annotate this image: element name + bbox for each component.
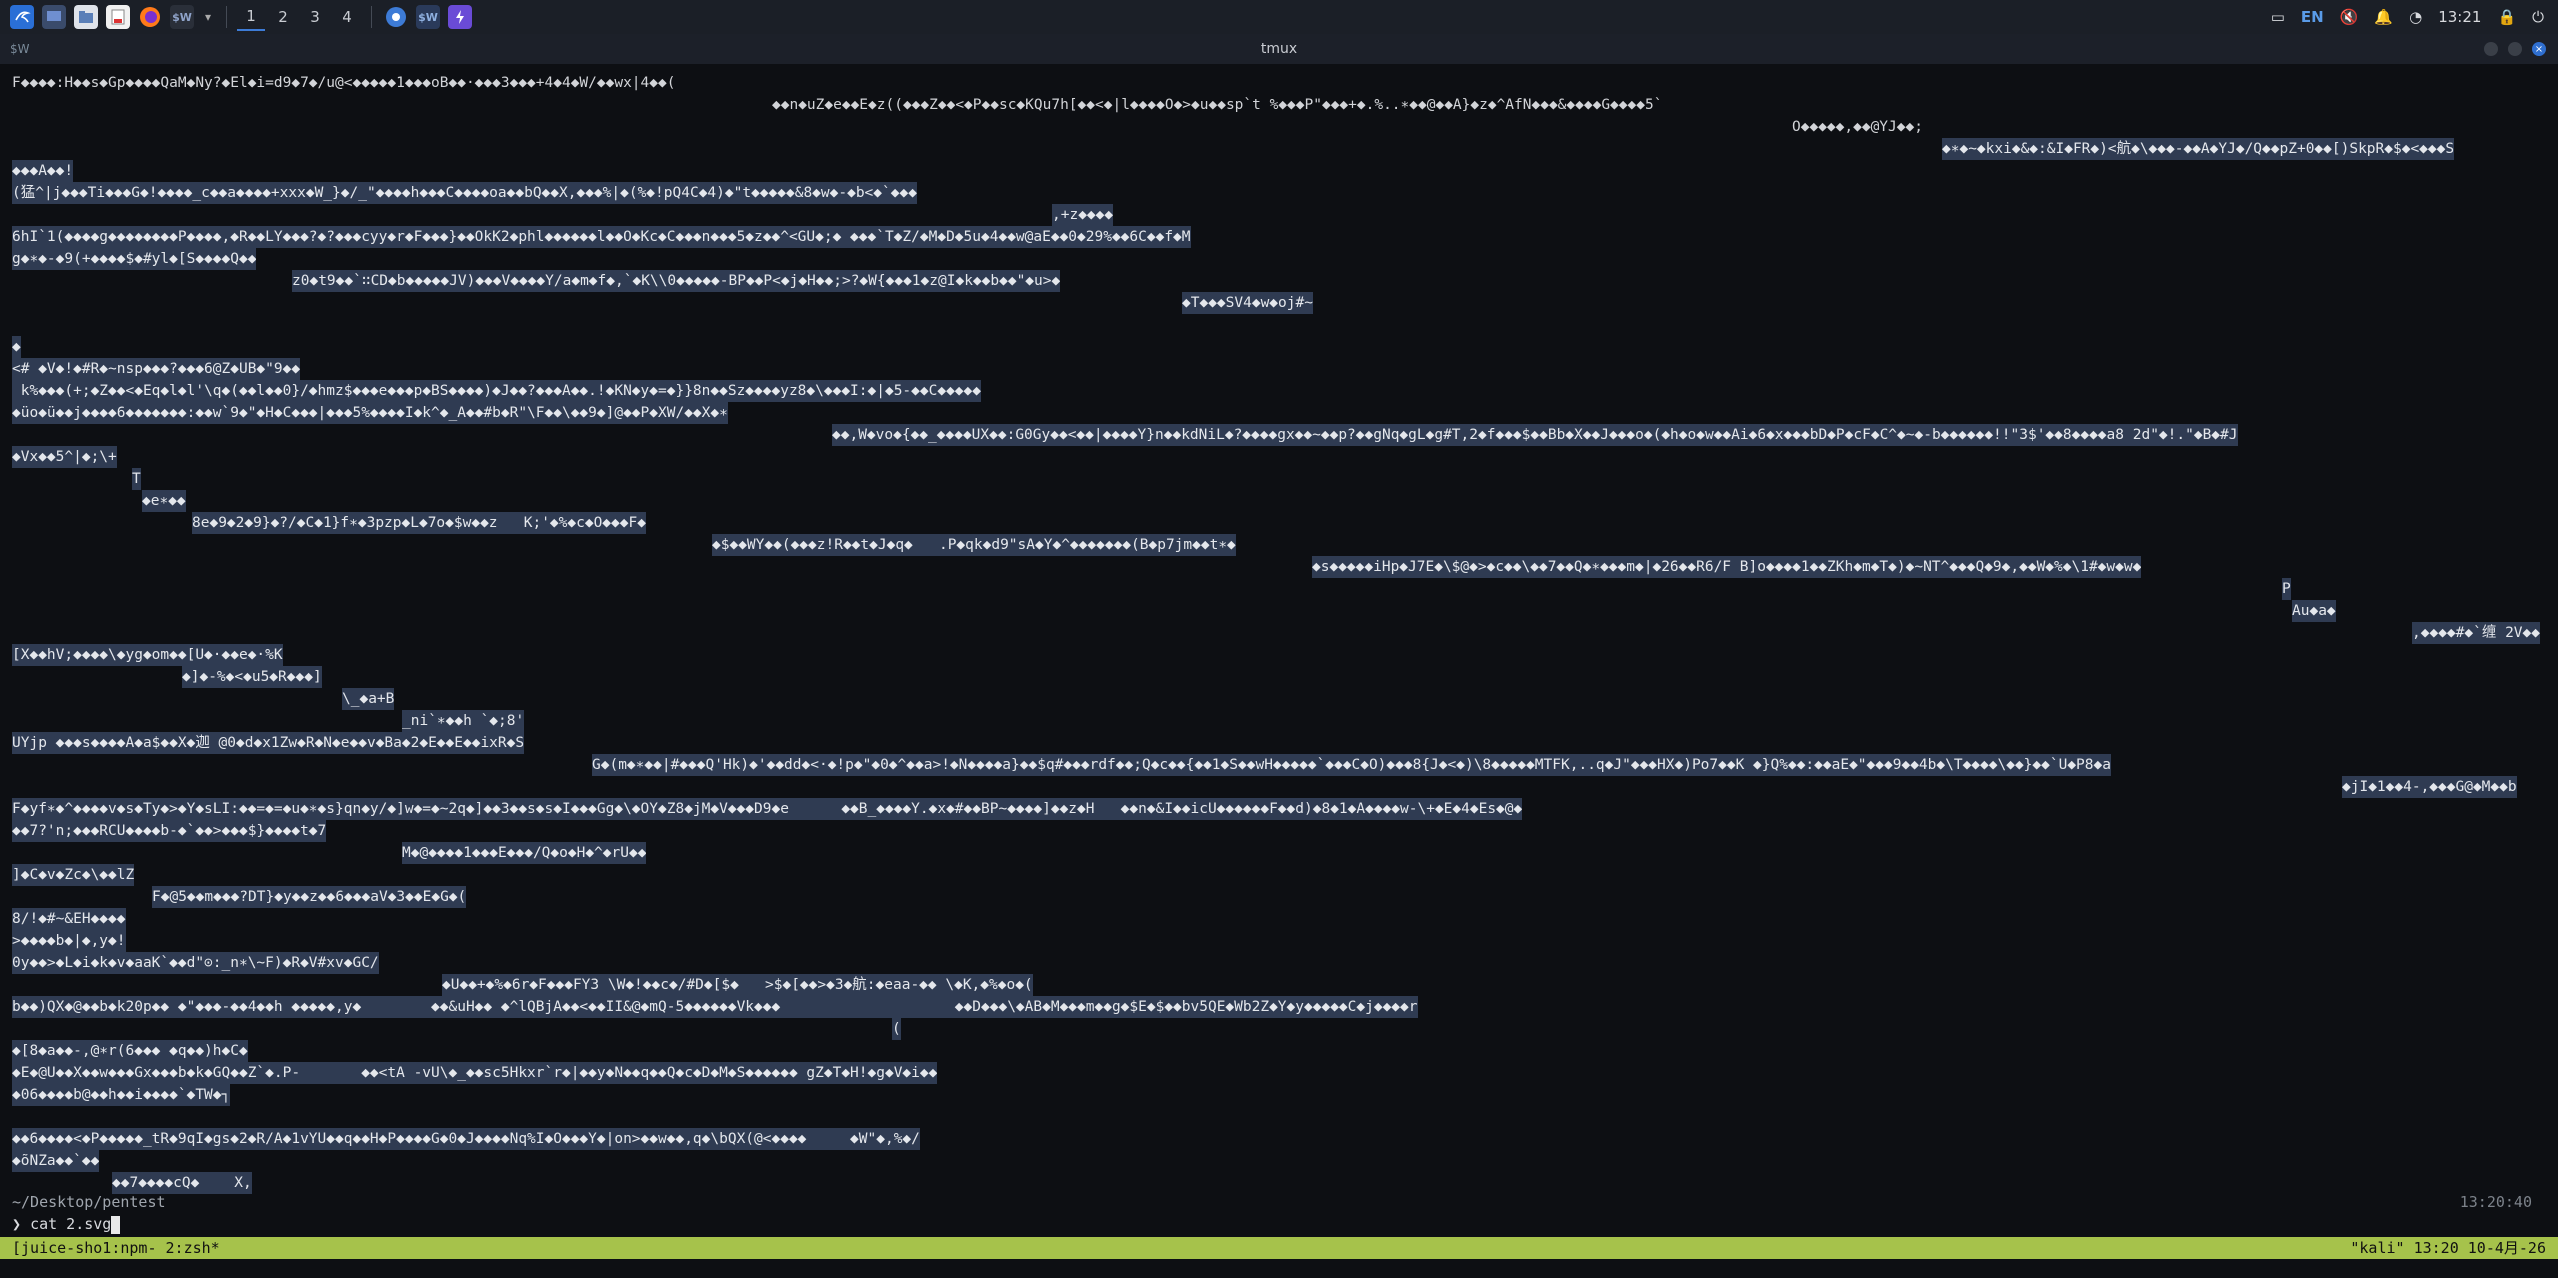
terminal-line: b◆◆)QX◆@◆◆b◆k20p◆◆ ◆"◆◆◆-◆◆4◆◆h ◆◆◆◆◆,y◆… bbox=[12, 996, 1418, 1018]
terminal-line: ◆◆◆A◆◆! bbox=[12, 160, 74, 182]
window-controls: × bbox=[2484, 42, 2546, 56]
minimize-button[interactable] bbox=[2484, 42, 2498, 56]
desktop-icon[interactable] bbox=[42, 5, 66, 29]
workspace-4[interactable]: 4 bbox=[333, 3, 361, 31]
terminal-line: ,+z◆◆◆◆ bbox=[1052, 204, 1114, 226]
lock-icon[interactable]: 🔒 bbox=[2497, 8, 2516, 26]
tmux-session-windows[interactable]: [juice-sho1:npm- 2:zsh* bbox=[12, 1237, 220, 1259]
notification-bell-icon[interactable]: 🔔 bbox=[2374, 8, 2393, 26]
terminal-line: <# ◆V◆!◆#R◆~nsp◆◆◆?◆◆◆6@Z◆UB◆"9◆◆ bbox=[12, 358, 301, 380]
terminal-line: ◆$◆◆WY◆◆(◆◆◆z!R◆◆t◆J◆q◆ .P◆qk◆d9"sA◆Y◆^◆… bbox=[712, 534, 1236, 556]
terminal-line: 8e◆9◆2◆9}◆?/◆C◆1}f∗◆3pzp◆L◆7o◆$w◆◆z K;'◆… bbox=[192, 512, 646, 534]
text-editor-icon[interactable] bbox=[106, 5, 130, 29]
terminal-line: ◆jI◆1◆◆4-,◆◆◆G@◆M◆◆b bbox=[2342, 776, 2517, 798]
clock-icon: ◔ bbox=[2409, 8, 2423, 26]
terminal-app-icon[interactable]: $W bbox=[170, 5, 194, 29]
chrome-window-icon[interactable] bbox=[384, 5, 408, 29]
terminal-line: ◆◆,W◆vo◆{◆◆_◆◆◆◆UX◆◆:G0Gy◆◆<◆◆|◆◆◆◆Y}n◆◆… bbox=[832, 424, 2238, 446]
command-line[interactable]: ❯ cat 2.svg bbox=[12, 1215, 121, 1234]
window-titlebar[interactable]: $W tmux × bbox=[0, 34, 2558, 64]
terminal-app-label: $W bbox=[10, 42, 30, 56]
terminal-window-icon[interactable]: $W bbox=[416, 5, 440, 29]
terminal-line: ◆◆6◆◆◆◆<◆P◆◆◆◆◆_tR◆9qI◆gs◆2◆R/A◆1vYU◆◆q◆… bbox=[12, 1128, 920, 1150]
terminal-line: ◆[8◆a◆◆-,@∗r(6◆◆◆ ◆q◆◆)h◆C◆ bbox=[12, 1040, 248, 1062]
command-text: cat 2.svg bbox=[30, 1215, 112, 1233]
terminal-line: M◆@◆◆◆◆1◆◆◆E◆◆◆/Q◆o◆H◆^◆rU◆◆ bbox=[402, 842, 647, 864]
terminal-line: ◆06◆◆◆◆b@◆◆h◆◆i◆◆◆◆`◆TW◆┐ bbox=[12, 1084, 231, 1106]
terminal-line: ◆T◆◆◆SV4◆w◆oj#~ bbox=[1182, 292, 1313, 314]
top-panel: $W ▾ 1 2 3 4 $W ▭ EN 🔇 🔔 ◔ 13:21 🔒 ⏻ bbox=[0, 0, 2558, 34]
terminal-line: P bbox=[2282, 578, 2291, 600]
terminal-line: ◆e∗◆◆ bbox=[142, 490, 186, 512]
workspace-3[interactable]: 3 bbox=[301, 3, 329, 31]
terminal-line: ( bbox=[892, 1018, 901, 1040]
terminal-line: ,◆◆◆◆#◆`缠 2V◆◆ bbox=[2412, 622, 2540, 644]
panel-separator bbox=[371, 6, 372, 28]
workspace-2[interactable]: 2 bbox=[269, 3, 297, 31]
terminal-line: z0◆t9◆◆`∷CD◆b◆◆◆◆◆JV)◆◆◆V◆◆◆◆Y/a◆m◆f◆,`◆… bbox=[292, 270, 1061, 292]
terminal-line: g◆∗◆-◆9(+◆◆◆◆$◆#yl◆[S◆◆◆◆Q◆◆ bbox=[12, 248, 257, 270]
terminal-line: k%◆◆◆(+;◆Z◆◆<◆Eq◆l◆l'\q◆(◆◆l◆◆0}/◆hmz$◆◆… bbox=[12, 380, 982, 402]
terminal-line: T bbox=[132, 468, 141, 490]
prompt-symbol: ❯ bbox=[12, 1215, 22, 1233]
terminal-line: >◆◆◆◆b◆|◆,y◆! bbox=[12, 930, 126, 952]
terminal-line: _ni`∗◆◆h `◆;8' bbox=[402, 710, 525, 732]
terminal-line: ◆◆n◆uZ◆e◆◆E◆z((◆◆◆Z◆◆<◆P◆◆sc◆KQu7h[◆◆<◆|… bbox=[772, 97, 1663, 113]
terminal-line: F◆◆◆◆:H◆◆s◆Gp◆◆◆◆QaM◆Ny?◆El◆i=d9◆7◆/u@<◆… bbox=[12, 75, 676, 91]
panel-separator bbox=[226, 6, 227, 28]
panel-clock[interactable]: 13:21 bbox=[2438, 8, 2481, 26]
terminal-line: ◆s◆◆◆◆◆iHp◆J7E◆\$@◆>◆c◆◆\◆◆7◆◆Q◆∗◆◆◆m◆|◆… bbox=[1312, 556, 2142, 578]
terminal-line: 0y◆◆>◆L◆i◆k◆v◆aaK`◆◆d"⊙:_n∗\~F)◆R◆V#xv◆G… bbox=[12, 952, 379, 974]
firefox-icon[interactable] bbox=[138, 5, 162, 29]
terminal-output[interactable]: F◆◆◆◆:H◆◆s◆Gp◆◆◆◆QaM◆Ny?◆El◆i=d9◆7◆/u@<◆… bbox=[0, 64, 2558, 1239]
terminal-line: ◆Vx◆◆5^|◆;\+ bbox=[12, 446, 117, 468]
terminal-line: F◆@5◆◆m◆◆◆?DT}◆y◆◆z◆◆6◆◆◆aV◆3◆◆E◆G◆( bbox=[152, 886, 467, 908]
kali-menu-icon[interactable] bbox=[10, 5, 34, 29]
terminal-line: ◆◆7?'n;◆◆◆RCU◆◆◆◆b-◆`◆◆>◆◆◆$}◆◆◆◆t◆7 bbox=[12, 820, 327, 842]
window-switcher-icon[interactable]: ▭ bbox=[2271, 8, 2285, 26]
terminal-line: O◆◆◆◆◆,◆◆@YJ◆◆; bbox=[1792, 119, 1923, 135]
prompt-time: 13:20:40 bbox=[2459, 1193, 2532, 1211]
terminal-line: 8/!◆#~&EH◆◆◆◆ bbox=[12, 908, 126, 930]
terminal-line: ◆õNZa◆◆`◆◆ bbox=[12, 1150, 100, 1172]
window-title: tmux bbox=[1260, 41, 1298, 57]
terminal-line: ◆U◆◆+◆%◆6r◆F◆◆◆FY3 \W◆!◆◆c◆/#D◆[$◆ >$◆[◆… bbox=[442, 974, 1033, 996]
prompt-directory: ~/Desktop/pentest bbox=[12, 1193, 166, 1211]
terminal-line: \_◆a+B bbox=[342, 688, 395, 710]
tmux-status-bar: [juice-sho1:npm- 2:zsh* "kali" 13:20 10-… bbox=[0, 1237, 2558, 1259]
terminal-line: ◆E◆@U◆◆X◆◆w◆◆◆Gx◆◆◆b◆k◆GQ◆◆Z`◆.P- ◆◆<tA … bbox=[12, 1062, 938, 1084]
terminal-line: [X◆◆hV;◆◆◆◆\◆yg◆om◆◆[U◆·◆◆e◆·%K bbox=[12, 644, 283, 666]
tmux-host-clock: "kali" 13:20 10-4月-26 bbox=[2350, 1239, 2546, 1257]
file-manager-icon[interactable] bbox=[74, 5, 98, 29]
terminal-line: UYjp ◆◆◆s◆◆◆◆A◆a$◆◆X◆迦 @0◆d◆x1Zw◆R◆N◆e◆◆… bbox=[12, 732, 525, 754]
terminal-line: (猛^|j◆◆◆Ti◆◆◆G◆!◆◆◆◆_c◆◆a◆◆◆◆+xxx◆W_}◆/_… bbox=[12, 182, 917, 204]
terminal-line: ◆∗◆~◆kxi◆&◆:&I◆FR◆)<航◆\◆◆◆-◆◆A◆YJ◆/Q◆◆pZ… bbox=[1942, 138, 2455, 160]
language-indicator[interactable]: EN bbox=[2301, 8, 2324, 26]
maximize-button[interactable] bbox=[2508, 42, 2522, 56]
workspace-1[interactable]: 1 bbox=[237, 3, 265, 31]
chevron-down-icon[interactable]: ▾ bbox=[202, 5, 214, 29]
terminal-line: ◆ bbox=[12, 336, 21, 358]
mute-icon[interactable]: 🔇 bbox=[2340, 8, 2359, 26]
system-tray: ▭ EN 🔇 🔔 ◔ 13:21 🔒 ⏻ bbox=[2271, 8, 2552, 26]
power-icon[interactable]: ⏻ bbox=[2532, 8, 2544, 26]
burp-window-icon[interactable] bbox=[448, 5, 472, 29]
terminal-line: ◆üo◆ü◆◆j◆◆◆◆6◆◆◆◆◆◆◆:◆◆w`9◆"◆H◆C◆◆◆|◆◆◆5… bbox=[12, 402, 728, 424]
close-button[interactable]: × bbox=[2532, 42, 2546, 56]
terminal-line: ]◆C◆v◆Zc◆\◆◆lZ bbox=[12, 864, 135, 886]
terminal-line: ◆]◆-%◆<◆u5◆R◆◆◆] bbox=[182, 666, 322, 688]
terminal-line: F◆yf∗◆^◆◆◆◆v◆s◆Ty◆>◆Y◆sLI:◆◆=◆=◆u◆∗◆s}qn… bbox=[12, 798, 1523, 820]
terminal-line: Au◆a◆ bbox=[2292, 600, 2336, 622]
terminal-line: ◆◆7◆◆◆◆cQ◆ X, bbox=[112, 1172, 252, 1194]
terminal-line: G◆(m◆∗◆◆|#◆◆◆Q'Hk)◆'◆◆dd◆<·◆!p◆"◆0◆^◆◆a>… bbox=[592, 754, 2111, 776]
terminal-line: 6hI`1(◆◆◆◆g◆◆◆◆◆◆◆◆P◆◆◆◆,◆R◆◆LY◆◆◆?◆?◆◆◆… bbox=[12, 226, 1191, 248]
text-cursor bbox=[111, 1215, 121, 1234]
